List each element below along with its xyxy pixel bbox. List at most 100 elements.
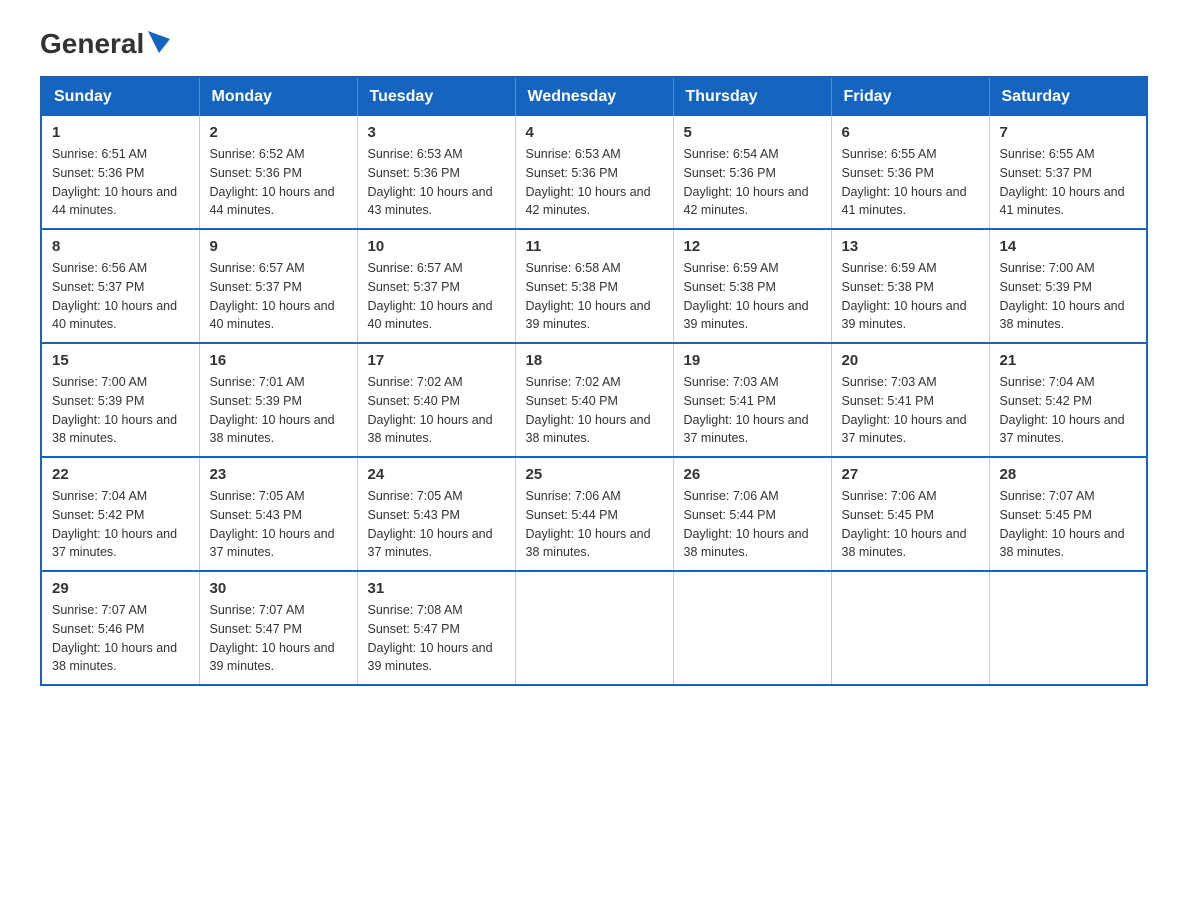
day-info: Sunrise: 7:03 AMSunset: 5:41 PMDaylight:…: [842, 375, 967, 445]
col-header-tuesday: Tuesday: [357, 77, 515, 116]
col-header-saturday: Saturday: [989, 77, 1147, 116]
day-number: 14: [1000, 238, 1137, 255]
calendar-cell: 13 Sunrise: 6:59 AMSunset: 5:38 PMDaylig…: [831, 229, 989, 343]
calendar-cell: 1 Sunrise: 6:51 AMSunset: 5:36 PMDayligh…: [41, 116, 199, 229]
day-info: Sunrise: 6:54 AMSunset: 5:36 PMDaylight:…: [684, 147, 809, 217]
day-number: 4: [526, 124, 663, 141]
day-number: 16: [210, 352, 347, 369]
calendar-cell: 8 Sunrise: 6:56 AMSunset: 5:37 PMDayligh…: [41, 229, 199, 343]
day-number: 31: [368, 580, 505, 597]
col-header-thursday: Thursday: [673, 77, 831, 116]
calendar-cell: 24 Sunrise: 7:05 AMSunset: 5:43 PMDaylig…: [357, 457, 515, 571]
day-number: 25: [526, 466, 663, 483]
col-header-sunday: Sunday: [41, 77, 199, 116]
day-info: Sunrise: 6:59 AMSunset: 5:38 PMDaylight:…: [684, 261, 809, 331]
page-header: General: [40, 30, 1148, 56]
calendar-cell: 28 Sunrise: 7:07 AMSunset: 5:45 PMDaylig…: [989, 457, 1147, 571]
day-number: 29: [52, 580, 189, 597]
day-number: 21: [1000, 352, 1137, 369]
day-info: Sunrise: 7:00 AMSunset: 5:39 PMDaylight:…: [1000, 261, 1125, 331]
day-info: Sunrise: 7:07 AMSunset: 5:45 PMDaylight:…: [1000, 489, 1125, 559]
calendar-cell: 19 Sunrise: 7:03 AMSunset: 5:41 PMDaylig…: [673, 343, 831, 457]
day-number: 6: [842, 124, 979, 141]
calendar-cell: [989, 571, 1147, 685]
calendar-week-row: 29 Sunrise: 7:07 AMSunset: 5:46 PMDaylig…: [41, 571, 1147, 685]
day-number: 19: [684, 352, 821, 369]
calendar-header-row: SundayMondayTuesdayWednesdayThursdayFrid…: [41, 77, 1147, 116]
day-info: Sunrise: 7:02 AMSunset: 5:40 PMDaylight:…: [368, 375, 493, 445]
day-info: Sunrise: 6:55 AMSunset: 5:36 PMDaylight:…: [842, 147, 967, 217]
day-number: 7: [1000, 124, 1137, 141]
day-number: 12: [684, 238, 821, 255]
day-number: 15: [52, 352, 189, 369]
calendar-cell: 11 Sunrise: 6:58 AMSunset: 5:38 PMDaylig…: [515, 229, 673, 343]
day-info: Sunrise: 6:59 AMSunset: 5:38 PMDaylight:…: [842, 261, 967, 331]
day-info: Sunrise: 7:04 AMSunset: 5:42 PMDaylight:…: [52, 489, 177, 559]
calendar-table: SundayMondayTuesdayWednesdayThursdayFrid…: [40, 76, 1148, 686]
calendar-cell: 17 Sunrise: 7:02 AMSunset: 5:40 PMDaylig…: [357, 343, 515, 457]
logo: General: [40, 30, 170, 56]
day-info: Sunrise: 7:08 AMSunset: 5:47 PMDaylight:…: [368, 603, 493, 673]
calendar-week-row: 15 Sunrise: 7:00 AMSunset: 5:39 PMDaylig…: [41, 343, 1147, 457]
day-info: Sunrise: 7:07 AMSunset: 5:46 PMDaylight:…: [52, 603, 177, 673]
day-info: Sunrise: 6:52 AMSunset: 5:36 PMDaylight:…: [210, 147, 335, 217]
day-info: Sunrise: 6:56 AMSunset: 5:37 PMDaylight:…: [52, 261, 177, 331]
day-number: 30: [210, 580, 347, 597]
day-info: Sunrise: 7:02 AMSunset: 5:40 PMDaylight:…: [526, 375, 651, 445]
calendar-cell: [831, 571, 989, 685]
calendar-week-row: 8 Sunrise: 6:56 AMSunset: 5:37 PMDayligh…: [41, 229, 1147, 343]
day-info: Sunrise: 7:01 AMSunset: 5:39 PMDaylight:…: [210, 375, 335, 445]
day-number: 23: [210, 466, 347, 483]
logo-text-general: General: [40, 30, 144, 58]
calendar-cell: [673, 571, 831, 685]
day-number: 1: [52, 124, 189, 141]
day-info: Sunrise: 6:57 AMSunset: 5:37 PMDaylight:…: [210, 261, 335, 331]
day-info: Sunrise: 6:58 AMSunset: 5:38 PMDaylight:…: [526, 261, 651, 331]
calendar-cell: 10 Sunrise: 6:57 AMSunset: 5:37 PMDaylig…: [357, 229, 515, 343]
calendar-cell: 5 Sunrise: 6:54 AMSunset: 5:36 PMDayligh…: [673, 116, 831, 229]
calendar-cell: 30 Sunrise: 7:07 AMSunset: 5:47 PMDaylig…: [199, 571, 357, 685]
col-header-monday: Monday: [199, 77, 357, 116]
day-info: Sunrise: 6:57 AMSunset: 5:37 PMDaylight:…: [368, 261, 493, 331]
day-number: 5: [684, 124, 821, 141]
day-number: 8: [52, 238, 189, 255]
calendar-cell: 9 Sunrise: 6:57 AMSunset: 5:37 PMDayligh…: [199, 229, 357, 343]
day-number: 3: [368, 124, 505, 141]
day-number: 18: [526, 352, 663, 369]
calendar-cell: 29 Sunrise: 7:07 AMSunset: 5:46 PMDaylig…: [41, 571, 199, 685]
calendar-cell: 26 Sunrise: 7:06 AMSunset: 5:44 PMDaylig…: [673, 457, 831, 571]
calendar-cell: 18 Sunrise: 7:02 AMSunset: 5:40 PMDaylig…: [515, 343, 673, 457]
calendar-cell: 12 Sunrise: 6:59 AMSunset: 5:38 PMDaylig…: [673, 229, 831, 343]
day-number: 2: [210, 124, 347, 141]
day-number: 11: [526, 238, 663, 255]
day-info: Sunrise: 6:53 AMSunset: 5:36 PMDaylight:…: [368, 147, 493, 217]
day-info: Sunrise: 7:05 AMSunset: 5:43 PMDaylight:…: [368, 489, 493, 559]
calendar-cell: 16 Sunrise: 7:01 AMSunset: 5:39 PMDaylig…: [199, 343, 357, 457]
calendar-cell: [515, 571, 673, 685]
day-number: 24: [368, 466, 505, 483]
calendar-cell: 7 Sunrise: 6:55 AMSunset: 5:37 PMDayligh…: [989, 116, 1147, 229]
day-info: Sunrise: 6:55 AMSunset: 5:37 PMDaylight:…: [1000, 147, 1125, 217]
day-info: Sunrise: 7:00 AMSunset: 5:39 PMDaylight:…: [52, 375, 177, 445]
day-number: 20: [842, 352, 979, 369]
calendar-week-row: 22 Sunrise: 7:04 AMSunset: 5:42 PMDaylig…: [41, 457, 1147, 571]
day-number: 10: [368, 238, 505, 255]
calendar-cell: 25 Sunrise: 7:06 AMSunset: 5:44 PMDaylig…: [515, 457, 673, 571]
calendar-cell: 23 Sunrise: 7:05 AMSunset: 5:43 PMDaylig…: [199, 457, 357, 571]
calendar-cell: 31 Sunrise: 7:08 AMSunset: 5:47 PMDaylig…: [357, 571, 515, 685]
day-number: 17: [368, 352, 505, 369]
day-number: 9: [210, 238, 347, 255]
day-info: Sunrise: 6:51 AMSunset: 5:36 PMDaylight:…: [52, 147, 177, 217]
day-info: Sunrise: 7:07 AMSunset: 5:47 PMDaylight:…: [210, 603, 335, 673]
day-info: Sunrise: 7:05 AMSunset: 5:43 PMDaylight:…: [210, 489, 335, 559]
calendar-cell: 4 Sunrise: 6:53 AMSunset: 5:36 PMDayligh…: [515, 116, 673, 229]
day-info: Sunrise: 7:06 AMSunset: 5:45 PMDaylight:…: [842, 489, 967, 559]
day-info: Sunrise: 7:04 AMSunset: 5:42 PMDaylight:…: [1000, 375, 1125, 445]
day-info: Sunrise: 7:06 AMSunset: 5:44 PMDaylight:…: [526, 489, 651, 559]
day-number: 13: [842, 238, 979, 255]
calendar-cell: 15 Sunrise: 7:00 AMSunset: 5:39 PMDaylig…: [41, 343, 199, 457]
calendar-week-row: 1 Sunrise: 6:51 AMSunset: 5:36 PMDayligh…: [41, 116, 1147, 229]
calendar-cell: 21 Sunrise: 7:04 AMSunset: 5:42 PMDaylig…: [989, 343, 1147, 457]
day-number: 27: [842, 466, 979, 483]
calendar-cell: 3 Sunrise: 6:53 AMSunset: 5:36 PMDayligh…: [357, 116, 515, 229]
